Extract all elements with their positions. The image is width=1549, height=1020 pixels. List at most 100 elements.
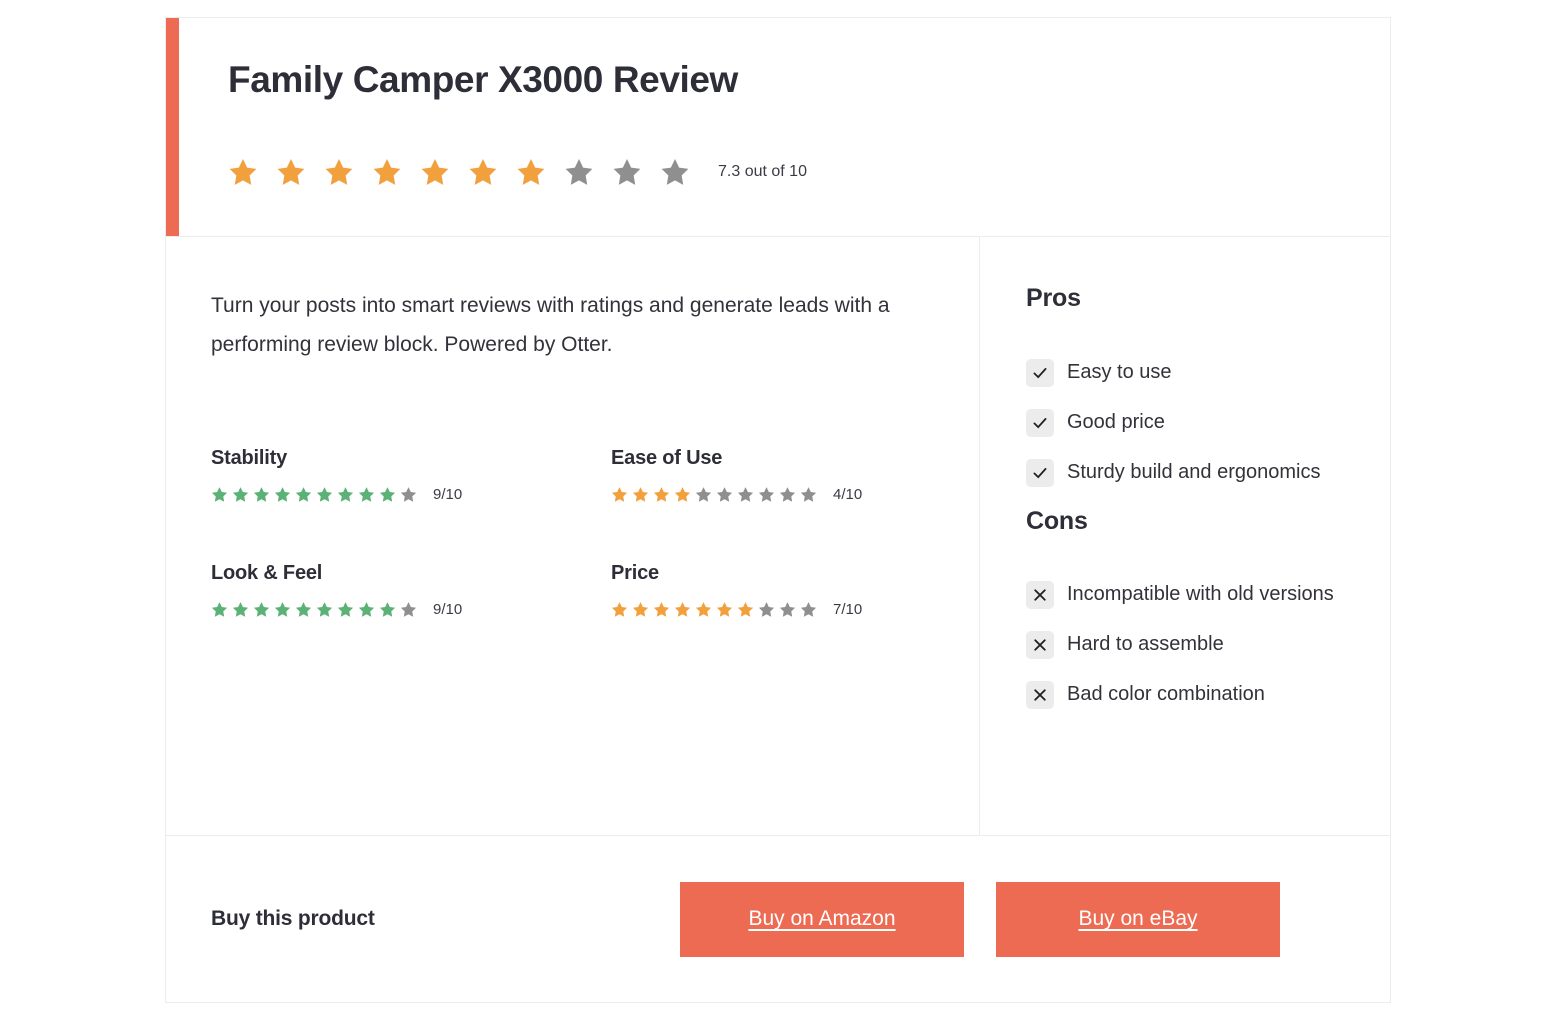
- con-item: Incompatible with old versions: [1026, 579, 1360, 610]
- criterion-score-text: 4/10: [833, 485, 863, 503]
- criterion-stars: [211, 601, 417, 618]
- cross-icon: [1034, 588, 1046, 601]
- star-filled-icon: [316, 486, 333, 502]
- criterion-label: Look & Feel: [211, 561, 323, 584]
- pro-item: Sturdy build and ergonomics: [1026, 457, 1360, 488]
- con-label: Incompatible with old versions: [1067, 583, 1334, 605]
- criterion-stability: Stability 9/10: [211, 447, 611, 503]
- criterion-label: Price: [611, 561, 659, 584]
- review-description: Turn your posts into smart reviews with …: [211, 294, 890, 356]
- star-filled-icon: [373, 158, 401, 185]
- star-filled-icon: [253, 486, 270, 502]
- check-icon: [1033, 467, 1047, 478]
- star-filled-icon: [253, 601, 270, 617]
- criterion-star-rating: 7/10: [611, 601, 935, 618]
- star-filled-icon: [611, 486, 628, 502]
- star-empty-icon: [800, 486, 817, 502]
- star-filled-icon: [295, 486, 312, 502]
- cross-icon: [1034, 638, 1046, 651]
- pro-item: Good price: [1026, 407, 1360, 438]
- star-filled-icon: [653, 486, 670, 502]
- criterion-star-rating: 4/10: [611, 486, 935, 503]
- star-filled-icon: [232, 601, 249, 617]
- cross-icon: [1034, 688, 1046, 701]
- pro-label: Easy to use: [1067, 361, 1172, 383]
- review-card: Family Camper X3000 Review 7.3 out of 10…: [165, 17, 1391, 1003]
- star-filled-icon: [421, 158, 449, 185]
- star-empty-icon: [400, 601, 417, 617]
- review-header: Family Camper X3000 Review 7.3 out of 10: [166, 18, 1390, 237]
- star-filled-icon: [695, 601, 712, 617]
- page-title: Family Camper X3000 Review: [228, 59, 738, 100]
- pros-list: Easy to use Good price Sturdy build and er…: [1026, 357, 1360, 488]
- accent-bar: [166, 18, 179, 236]
- star-filled-icon: [379, 601, 396, 617]
- star-filled-icon: [337, 486, 354, 502]
- criterion-stars: [611, 486, 817, 503]
- criterion-stars: [611, 601, 817, 618]
- con-cross-box: [1026, 680, 1054, 709]
- star-empty-icon: [613, 158, 641, 185]
- criterion-label: Stability: [211, 446, 287, 469]
- cons-list: Incompatible with old versions Hard to as…: [1026, 579, 1360, 710]
- criterion-price: Price 7/10: [611, 562, 935, 618]
- star-empty-icon: [800, 601, 817, 617]
- con-label: Bad color combination: [1067, 683, 1265, 705]
- star-empty-icon: [716, 486, 733, 502]
- buy-button-buy-on-ebay[interactable]: Buy on eBay: [996, 881, 1280, 957]
- review-body: Turn your posts into smart reviews with …: [166, 237, 1390, 836]
- criterion-star-rating: 9/10: [211, 486, 611, 503]
- buy-button-buy-on-amazon[interactable]: Buy on Amazon: [680, 881, 964, 957]
- criterion-ease-of-use: Ease of Use 4/10: [611, 447, 935, 503]
- cons-heading: Cons: [1026, 507, 1088, 535]
- star-filled-icon: [716, 601, 733, 617]
- star-filled-icon: [737, 601, 754, 617]
- criterion-star-rating: 9/10: [211, 601, 611, 618]
- star-filled-icon: [674, 601, 691, 617]
- review-block-page: Family Camper X3000 Review 7.3 out of 10…: [0, 0, 1549, 1020]
- star-empty-icon: [779, 601, 796, 617]
- overall-rating: 7.3 out of 10: [228, 157, 1390, 187]
- buy-button-label: Buy on Amazon: [748, 907, 896, 930]
- pros-heading: Pros: [1026, 284, 1081, 312]
- star-empty-icon: [400, 486, 417, 502]
- overall-star-rating: [228, 157, 690, 187]
- star-filled-icon: [469, 158, 497, 185]
- con-item: Bad color combination: [1026, 679, 1360, 710]
- star-filled-icon: [653, 601, 670, 617]
- star-filled-icon: [632, 486, 649, 502]
- review-footer: Buy this product Buy on Amazon Buy on eBa…: [166, 836, 1390, 1002]
- star-filled-icon: [674, 486, 691, 502]
- pro-check-box: [1026, 408, 1054, 437]
- star-filled-icon: [358, 601, 375, 617]
- check-icon: [1033, 367, 1047, 378]
- star-empty-icon: [758, 601, 775, 617]
- criteria-ratings-grid: Stability 9/10 Ease of Use 4/10 Look & Feel 9…: [211, 447, 935, 618]
- star-empty-icon: [565, 158, 593, 185]
- star-filled-icon: [517, 158, 545, 185]
- star-empty-icon: [758, 486, 775, 502]
- star-filled-icon: [274, 601, 291, 617]
- star-filled-icon: [229, 158, 257, 185]
- criterion-score-text: 9/10: [433, 600, 463, 618]
- check-icon: [1033, 417, 1047, 428]
- overall-score-text: 7.3 out of 10: [718, 162, 807, 180]
- star-filled-icon: [211, 601, 228, 617]
- star-filled-icon: [379, 486, 396, 502]
- star-empty-icon: [661, 158, 689, 185]
- pro-check-box: [1026, 458, 1054, 487]
- star-filled-icon: [632, 601, 649, 617]
- con-cross-box: [1026, 580, 1054, 609]
- star-filled-icon: [211, 486, 228, 502]
- criterion-label: Ease of Use: [611, 446, 723, 469]
- pro-label: Good price: [1067, 411, 1165, 433]
- review-main-column: Turn your posts into smart reviews with …: [166, 237, 980, 835]
- pros-cons-panel: Pros Easy to use Good price Sturdy build a…: [980, 237, 1390, 835]
- criterion-stars: [211, 486, 417, 503]
- pro-item: Easy to use: [1026, 357, 1360, 388]
- con-cross-box: [1026, 630, 1054, 659]
- star-empty-icon: [737, 486, 754, 502]
- buy-buttons-group: Buy on Amazon Buy on eBay: [680, 881, 1345, 957]
- star-filled-icon: [358, 486, 375, 502]
- star-filled-icon: [274, 486, 291, 502]
